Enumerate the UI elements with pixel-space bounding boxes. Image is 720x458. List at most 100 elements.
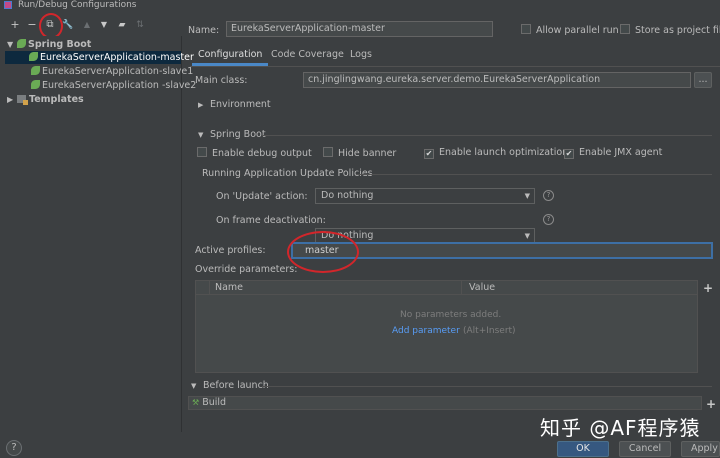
tab-bar: Configuration Code Coverage Logs	[190, 46, 720, 68]
window-title: Run/Debug Configurations	[18, 0, 137, 10]
build-task-item[interactable]: ⚒ Build	[192, 397, 226, 409]
environment-toggle[interactable]: ▶ Environment	[198, 99, 271, 110]
toolbar: + − ⧉ 🔧 ▲ ▼ ▰ ⇅	[0, 14, 182, 36]
allow-parallel-checkbox[interactable]: Allow parallel run	[521, 24, 619, 36]
section-label: Environment	[210, 99, 271, 110]
hammer-icon: ⚒	[192, 398, 200, 407]
tree-item-slave2[interactable]: EurekaServerApplication -slave2	[5, 79, 196, 92]
jmx-agent-checkbox[interactable]: ✔ Enable JMX agent	[564, 147, 662, 159]
spring-boot-icon	[29, 52, 38, 61]
cancel-button[interactable]: Cancel	[619, 441, 671, 457]
checkbox-label: Hide banner	[338, 148, 397, 159]
hide-banner-checkbox[interactable]: Hide banner	[323, 147, 396, 159]
window-title-bar: Run/Debug Configurations	[0, 0, 720, 12]
empty-table-text: No parameters added.	[400, 310, 502, 320]
checkbox-box[interactable]	[521, 24, 531, 34]
section-label: Spring Boot	[210, 129, 266, 140]
spring-boot-icon	[31, 66, 40, 75]
section-divider	[262, 386, 712, 387]
add-parameter-hint: (Alt+Insert)	[463, 326, 516, 336]
watermark-text: 知乎 @AF程序猿	[540, 416, 701, 440]
spring-boot-section-toggle[interactable]: ▼ Spring Boot	[198, 129, 266, 140]
update-policies-label: Running Application Update Policies	[202, 168, 373, 179]
column-name-header[interactable]: Name	[215, 281, 243, 295]
section-label: Before launch	[203, 380, 269, 391]
override-params-table[interactable]: Name Value No parameters added. Add para…	[195, 280, 698, 373]
tree-group-spring-boot[interactable]: ▼ Spring Boot	[7, 38, 91, 51]
before-launch-toggle[interactable]: ▼ Before launch	[191, 380, 269, 391]
config-tree[interactable]: ▼ Spring Boot EurekaServerApplication-mas…	[5, 36, 196, 432]
move-down-icon[interactable]: ▼	[97, 18, 111, 32]
tree-item-label: EurekaServerApplication-slave1	[42, 66, 194, 77]
active-profiles-label: Active profiles:	[195, 245, 266, 256]
help-button[interactable]: ?	[6, 440, 22, 456]
checkbox-checked-icon[interactable]: ✔	[424, 149, 434, 159]
section-divider	[262, 135, 712, 136]
section-divider	[356, 174, 712, 175]
move-up-icon[interactable]: ▲	[80, 18, 94, 32]
browse-button[interactable]: ...	[694, 72, 712, 88]
column-value-header[interactable]: Value	[469, 281, 495, 295]
expand-arrow-icon[interactable]: ▼	[7, 38, 17, 51]
folder-icon[interactable]: ▰	[115, 18, 129, 32]
apply-button[interactable]: Apply	[681, 441, 720, 457]
sort-icon[interactable]: ⇅	[133, 18, 147, 32]
wrench-icon[interactable]: 🔧	[61, 18, 75, 32]
name-label: Name:	[188, 25, 220, 36]
tab-logs[interactable]: Logs	[344, 46, 378, 66]
checkbox-label: Allow parallel run	[536, 25, 619, 36]
add-icon[interactable]: +	[8, 18, 22, 32]
annotation-circle-profile	[287, 231, 359, 273]
add-parameter-row: Add parameter (Alt+Insert)	[392, 325, 516, 336]
on-update-label: On 'Update' action:	[216, 191, 308, 202]
tree-item-slave1[interactable]: EurekaServerApplication-slave1	[5, 65, 193, 78]
checkbox-box[interactable]	[197, 147, 207, 157]
checkbox-checked-icon[interactable]: ✔	[564, 149, 574, 159]
templates-icon	[17, 95, 28, 105]
add-parameter-link[interactable]: Add parameter	[392, 326, 460, 336]
help-icon[interactable]: ?	[543, 214, 554, 225]
add-task-icon[interactable]: +	[706, 397, 716, 411]
checkbox-label: Enable debug output	[212, 148, 312, 159]
store-as-project-checkbox[interactable]: Store as project file	[620, 24, 720, 36]
expand-arrow-icon[interactable]: ▶	[7, 93, 17, 106]
add-parameter-icon[interactable]: +	[703, 281, 713, 295]
expanded-arrow-icon: ▼	[191, 382, 197, 390]
main-class-label: Main class:	[195, 75, 248, 86]
build-task-label: Build	[202, 397, 227, 408]
column-divider	[461, 281, 462, 295]
dropdown-caret-icon: ▼	[524, 192, 530, 200]
checkbox-label: Enable JMX agent	[579, 147, 663, 158]
ok-button[interactable]: OK	[557, 441, 609, 457]
on-frame-label: On frame deactivation:	[216, 215, 326, 226]
tab-code-coverage[interactable]: Code Coverage	[265, 46, 350, 66]
tree-item-label: EurekaServerApplication -slave2	[42, 80, 197, 91]
collapsed-arrow-icon: ▶	[198, 101, 204, 109]
on-update-select[interactable]: Do nothing ▼	[315, 188, 535, 204]
spring-boot-icon	[31, 80, 40, 89]
tab-divider	[190, 66, 720, 67]
table-header: Name Value	[196, 281, 697, 295]
tree-item-label: EurekaServerApplication-master	[40, 52, 194, 63]
checkbox-box[interactable]	[620, 24, 630, 34]
spring-boot-icon	[17, 39, 26, 48]
launch-optimization-checkbox[interactable]: ✔ Enable launch optimization	[424, 147, 568, 159]
app-icon	[4, 1, 12, 9]
enable-debug-checkbox[interactable]: Enable debug output	[197, 147, 312, 159]
checkbox-box[interactable]	[323, 147, 333, 157]
main-class-field[interactable]: cn.jinglingwang.eureka.server.demo.Eurek…	[303, 72, 691, 88]
before-launch-list[interactable]: ⚒ Build	[188, 396, 702, 410]
select-value: Do nothing	[321, 190, 374, 201]
tree-item-master[interactable]: EurekaServerApplication-master	[5, 51, 194, 64]
tab-configuration[interactable]: Configuration	[192, 46, 269, 66]
remove-icon[interactable]: −	[25, 18, 39, 32]
name-field[interactable]: EurekaServerApplication-master	[226, 21, 493, 37]
tree-group-label: Templates	[29, 94, 84, 105]
tree-group-label: Spring Boot	[28, 39, 92, 50]
help-icon[interactable]: ?	[543, 190, 554, 201]
dropdown-caret-icon: ▼	[524, 232, 530, 240]
tree-group-templates[interactable]: ▶ Templates	[7, 93, 84, 106]
override-params-label: Override parameters:	[195, 264, 298, 275]
expanded-arrow-icon: ▼	[198, 131, 204, 139]
column-divider	[209, 281, 210, 295]
